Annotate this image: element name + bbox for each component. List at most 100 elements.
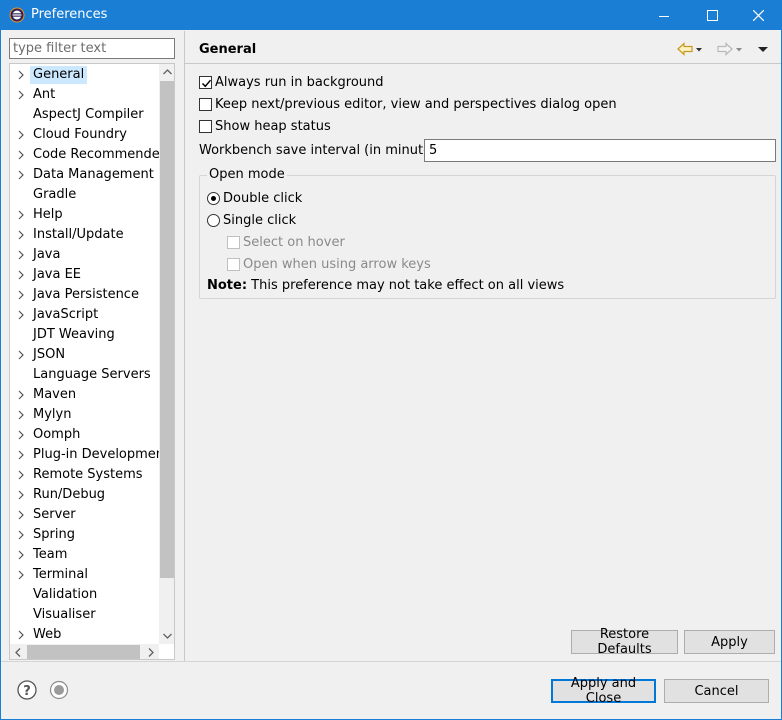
always-run-background-option[interactable]: Always run in background xyxy=(199,73,384,91)
filter-input[interactable] xyxy=(9,38,175,59)
expand-chevron-icon[interactable] xyxy=(16,249,26,261)
back-dropdown-icon[interactable] xyxy=(693,42,705,56)
tree-item-gradle[interactable]: Gradle xyxy=(10,185,160,205)
tree-item-install-update[interactable]: Install/Update xyxy=(10,225,160,245)
panel-divider[interactable] xyxy=(184,31,185,661)
expand-chevron-icon[interactable] xyxy=(16,149,26,161)
preferences-window: Preferences General Ant AspectJ Compiler Cl… xyxy=(0,0,782,720)
preference-tree[interactable]: General Ant AspectJ Compiler Cloud Foundry C… xyxy=(9,63,175,660)
scroll-down-icon[interactable] xyxy=(159,628,174,644)
vertical-scroll-thumb[interactable] xyxy=(160,81,174,578)
maximize-button[interactable] xyxy=(689,1,735,30)
expand-chevron-icon[interactable] xyxy=(16,309,26,321)
tree-item-data-management[interactable]: Data Management xyxy=(10,165,160,185)
tree-item-validation[interactable]: Validation xyxy=(10,585,160,605)
tree-vertical-scrollbar[interactable] xyxy=(159,64,174,644)
keep-dialog-open-option[interactable]: Keep next/previous editor, view and pers… xyxy=(199,95,617,113)
restore-defaults-button[interactable]: Restore Defaults xyxy=(571,627,678,657)
scroll-up-icon[interactable] xyxy=(159,64,174,80)
expand-chevron-icon[interactable] xyxy=(16,169,26,181)
expand-chevron-icon[interactable] xyxy=(16,129,26,141)
horizontal-scroll-thumb[interactable] xyxy=(27,645,140,659)
tree-item-help[interactable]: Help xyxy=(10,205,160,225)
cancel-button[interactable]: Cancel xyxy=(664,679,769,703)
double-click-option[interactable]: Double click xyxy=(207,189,302,207)
expand-chevron-icon[interactable] xyxy=(16,429,26,441)
back-button[interactable] xyxy=(677,40,705,58)
expand-chevron-icon[interactable] xyxy=(16,489,26,501)
single-click-option[interactable]: Single click xyxy=(207,211,296,229)
tree-item-cloud-foundry[interactable]: Cloud Foundry xyxy=(10,125,160,145)
tree-item-remote-systems[interactable]: Remote Systems xyxy=(10,465,160,485)
expand-chevron-icon[interactable] xyxy=(16,529,26,541)
show-heap-checkbox[interactable] xyxy=(199,119,212,133)
apply-button[interactable]: Apply xyxy=(684,630,775,654)
single-click-radio[interactable] xyxy=(207,213,220,227)
tree-horizontal-scrollbar[interactable] xyxy=(10,644,159,659)
tree-item-label: Remote Systems xyxy=(33,467,143,482)
tree-item-javascript[interactable]: JavaScript xyxy=(10,305,160,325)
scroll-right-icon[interactable] xyxy=(143,644,159,659)
expand-chevron-icon[interactable] xyxy=(16,569,26,581)
tree-item-java-persistence[interactable]: Java Persistence xyxy=(10,285,160,305)
expand-chevron-icon[interactable] xyxy=(16,349,26,361)
help-icon[interactable]: ? xyxy=(17,680,37,700)
tree-item-label: Spring xyxy=(33,527,75,542)
tree-item-code-recommenders[interactable]: Code Recommenders xyxy=(10,145,172,165)
open-arrow-keys-checkbox[interactable] xyxy=(227,257,240,271)
expand-chevron-icon[interactable] xyxy=(16,69,26,81)
expand-chevron-icon[interactable] xyxy=(16,549,26,561)
tree-item-server[interactable]: Server xyxy=(10,505,160,525)
svg-text:?: ? xyxy=(23,684,31,699)
tree-item-general[interactable]: General xyxy=(10,65,160,85)
show-heap-option[interactable]: Show heap status xyxy=(199,117,331,135)
expand-chevron-icon[interactable] xyxy=(16,449,26,461)
tree-item-plug-in-development[interactable]: Plug-in Development xyxy=(10,445,169,465)
tree-item-terminal[interactable]: Terminal xyxy=(10,565,160,585)
tree-item-label: Language Servers xyxy=(33,367,151,382)
open-arrow-keys-option[interactable]: Open when using arrow keys xyxy=(227,255,431,273)
expand-chevron-icon[interactable] xyxy=(16,509,26,521)
forward-button[interactable] xyxy=(717,40,745,58)
tree-item-oomph[interactable]: Oomph xyxy=(10,425,160,445)
select-on-hover-checkbox[interactable] xyxy=(227,235,240,249)
tree-item-aspectj-compiler[interactable]: AspectJ Compiler xyxy=(10,105,160,125)
footer-separator xyxy=(1,661,781,662)
select-on-hover-option[interactable]: Select on hover xyxy=(227,233,345,251)
eclipse-app-icon xyxy=(9,7,25,23)
tree-item-team[interactable]: Team xyxy=(10,545,160,565)
scroll-left-icon[interactable] xyxy=(10,644,26,659)
expand-chevron-icon[interactable] xyxy=(16,269,26,281)
tree-item-json[interactable]: JSON xyxy=(10,345,160,365)
tree-item-ant[interactable]: Ant xyxy=(10,85,160,105)
tree-item-run-debug[interactable]: Run/Debug xyxy=(10,485,160,505)
tree-item-mylyn[interactable]: Mylyn xyxy=(10,405,160,425)
tree-item-java[interactable]: Java xyxy=(10,245,160,265)
expand-chevron-icon[interactable] xyxy=(16,629,26,641)
tree-item-spring[interactable]: Spring xyxy=(10,525,160,545)
expand-chevron-icon[interactable] xyxy=(16,229,26,241)
expand-chevron-icon[interactable] xyxy=(16,289,26,301)
tree-item-visualiser[interactable]: Visualiser xyxy=(10,605,160,625)
always-run-background-checkbox[interactable] xyxy=(199,75,212,89)
expand-chevron-icon[interactable] xyxy=(16,469,26,481)
tree-item-language-servers[interactable]: Language Servers xyxy=(10,365,160,385)
expand-chevron-icon[interactable] xyxy=(16,389,26,401)
save-interval-input[interactable] xyxy=(424,139,776,162)
oomph-record-icon[interactable] xyxy=(49,680,69,700)
minimize-button[interactable] xyxy=(641,1,687,30)
tree-item-java-ee[interactable]: Java EE xyxy=(10,265,160,285)
tree-item-maven[interactable]: Maven xyxy=(10,385,160,405)
expand-chevron-icon[interactable] xyxy=(16,89,26,101)
expand-chevron-icon[interactable] xyxy=(16,409,26,421)
forward-dropdown-icon[interactable] xyxy=(733,42,745,56)
tree-item-web[interactable]: Web xyxy=(10,625,160,645)
view-menu-button[interactable] xyxy=(757,40,769,58)
expand-chevron-icon[interactable] xyxy=(16,209,26,221)
keep-dialog-open-checkbox[interactable] xyxy=(199,97,212,111)
close-button[interactable] xyxy=(735,1,781,30)
tree-item-jdt-weaving[interactable]: JDT Weaving xyxy=(10,325,160,345)
tree-item-label: JSON xyxy=(33,347,66,362)
apply-and-close-button[interactable]: Apply and Close xyxy=(551,676,656,706)
double-click-radio[interactable] xyxy=(207,191,220,205)
